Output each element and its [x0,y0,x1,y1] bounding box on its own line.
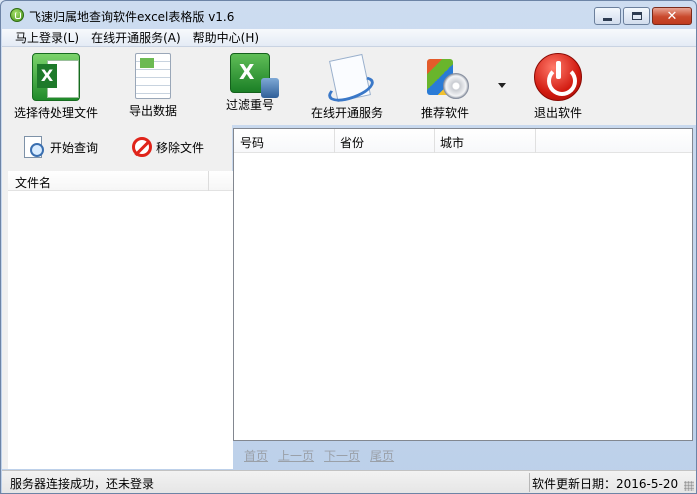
prohibited-icon [132,137,152,157]
document-search-icon [22,135,46,159]
column-divider[interactable] [535,129,536,153]
recommend-dropdown-arrow-icon[interactable] [498,83,506,88]
left-panel: 开始查询 移除文件 文件名 [2,125,233,469]
first-page-link[interactable]: 首页 [244,447,268,464]
export-data-button[interactable]: 导出数据 [129,53,177,119]
export-data-label: 导出数据 [129,104,178,118]
excel-database-icon [230,53,279,98]
prev-page-link[interactable]: 上一页 [278,447,314,464]
start-query-label: 开始查询 [50,140,99,155]
recommend-software-label: 推荐软件 [421,106,470,120]
menu-bar: 马上登录(L) 在线开通服务(A) 帮助中心(H) [2,29,696,47]
maximize-icon [631,12,642,20]
close-button[interactable]: ✕ [652,7,692,25]
update-date: 软件更新日期：2016-5-20 [532,477,679,491]
title-bar[interactable]: 飞速归属地查询软件excel表格版 v1.6 ✕ [1,1,696,29]
start-query-button[interactable]: 开始查询 [22,133,98,161]
main-window: 飞速归属地查询软件excel表格版 v1.6 ✕ 马上登录(L) 在线开通服务(… [0,0,697,494]
filter-duplicates-label: 过滤重号 [226,98,275,112]
online-service-button[interactable]: 在线开通服务 [311,53,383,121]
file-name-column-header[interactable]: 文件名 [15,174,51,191]
result-table[interactable]: 号码 省份 城市 [233,128,693,441]
remove-file-label: 移除文件 [156,140,205,155]
toolbar: 选择待处理文件 导出数据 过滤重号 在线开通服务 推荐软件 退出软件 [2,47,696,125]
select-files-button[interactable]: 选择待处理文件 [14,53,98,121]
software-box-icon [421,53,469,101]
maximize-button[interactable] [623,7,650,25]
column-divider[interactable] [334,129,335,153]
last-page-link[interactable]: 尾页 [370,447,394,464]
exit-software-label: 退出软件 [534,106,583,120]
exit-software-button[interactable]: 退出软件 [534,53,582,121]
column-header-city[interactable]: 城市 [440,134,464,151]
app-logo-icon [10,8,24,22]
result-table-header: 号码 省份 城市 [234,129,692,153]
next-page-link[interactable]: 下一页 [324,447,360,464]
column-header-province[interactable]: 省份 [340,134,364,151]
menu-online-service[interactable]: 在线开通服务(A) [85,29,187,47]
status-divider [529,473,530,492]
recommend-software-button[interactable]: 推荐软件 [421,53,469,121]
file-list[interactable]: 文件名 [8,171,233,469]
menu-login[interactable]: 马上登录(L) [2,29,85,47]
excel-icon [32,53,80,101]
minimize-button[interactable] [594,7,621,25]
file-list-header: 文件名 [8,171,233,191]
connection-status: 服务器连接成功，还未登录 [10,477,155,491]
filter-duplicates-button[interactable]: 过滤重号 [226,53,279,113]
column-divider[interactable] [434,129,435,153]
status-bar: 服务器连接成功，还未登录 软件更新日期：2016-5-20 [2,470,696,493]
resize-grip-icon[interactable] [684,481,694,491]
column-divider[interactable] [208,171,209,191]
power-icon [534,53,582,101]
minimize-icon [603,17,612,21]
menu-help[interactable]: 帮助中心(H) [187,29,265,47]
select-files-label: 选择待处理文件 [14,106,99,120]
document-globe-icon [325,53,369,101]
online-service-label: 在线开通服务 [311,106,384,120]
spreadsheet-document-icon [135,53,171,99]
pagination: 首页 上一页 下一页 尾页 [244,447,394,464]
remove-file-button[interactable]: 移除文件 [132,133,204,161]
close-icon: ✕ [666,8,678,24]
window-title: 飞速归属地查询软件excel表格版 v1.6 [29,10,235,24]
column-header-number[interactable]: 号码 [240,134,264,151]
